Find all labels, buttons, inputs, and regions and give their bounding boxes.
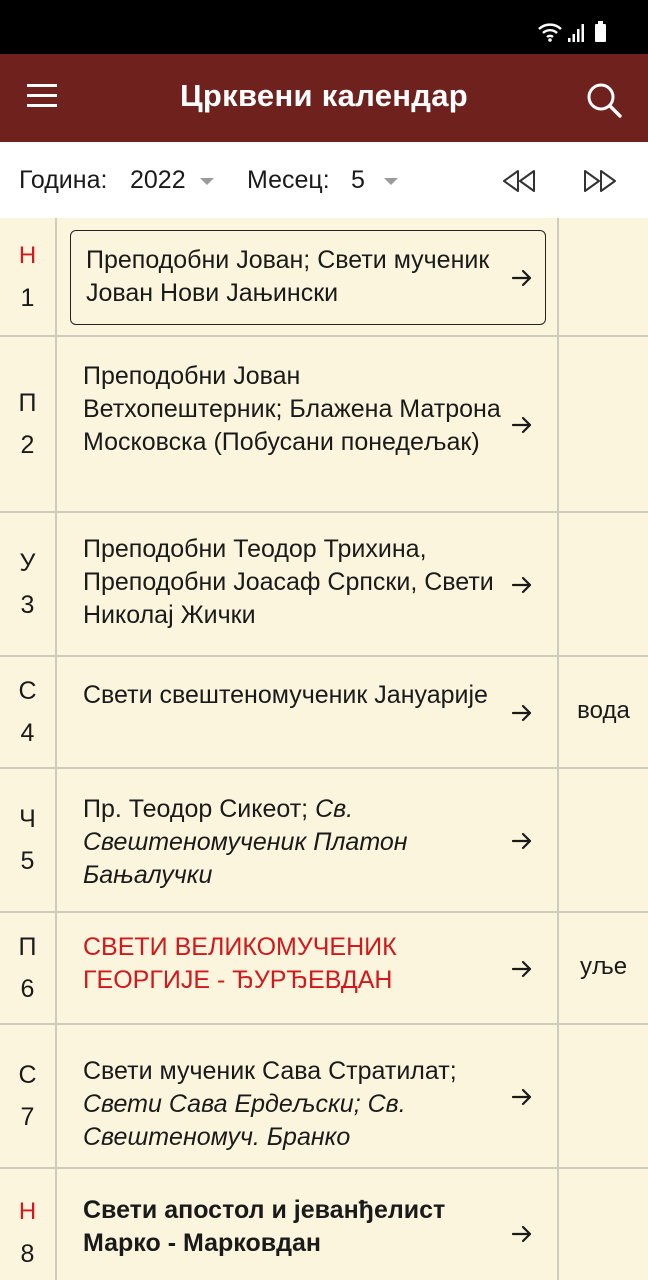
app-title: Црквени календар [179,78,469,113]
day-row[interactable]: Ч 5 Пр. Теодор Сикеот; Св. Свештеномученик… [0,769,648,913]
arrow-right-icon[interactable] [511,1224,533,1244]
weekday-label: С [18,677,37,705]
day-row[interactable]: У 3 Преподобни Теодор Трихина, Преподобни … [0,513,648,657]
saint-name: СВЕТИ ВЕЛИКОМУЧЕНИК ГЕОРГИЈЕ - ЂУРЂЕВДАН [83,933,397,994]
fasting-label: вода [577,697,630,724]
day-number: 5 [20,847,35,875]
fasting-cell [559,218,648,335]
saint-entry[interactable]: Свети апостол и јеванђелист Марко - Марк… [57,1169,559,1280]
saint-name: Свети мученик Сава Стратилат; [83,1057,457,1085]
fasting-cell [559,1169,648,1280]
saint-name: Преподобни Јован Ветхопештерник; Блажена… [83,362,501,456]
saint-name: Преподобни Теодор Трихина, Преподобни Јо… [83,535,494,629]
day-cell: Н8 [0,1169,57,1280]
search-icon[interactable] [584,80,624,120]
saint-names: Преподобни Теодор Трихина, Преподобни Јо… [83,533,503,632]
saint-names: Свети мученик Сава Стратилат; Свети Сава… [83,1055,503,1154]
day-number: 1 [20,284,35,312]
fasting-cell [559,1025,648,1167]
weekday-label: П [18,389,37,417]
day-cell: У3 [0,513,57,655]
fasting-cell: уље [559,913,648,1023]
saint-names: Преподобни Јован Ветхопештерник; Блажена… [83,360,503,459]
saint-names: Свети апостол и јеванђелист Марко - Марк… [83,1194,503,1260]
weekday-label: Н [18,1198,37,1225]
saint-name: Свети свештеномученик Јануарије [83,681,488,709]
weekday-label: Н [18,242,37,269]
day-cell: С7 [0,1025,57,1167]
saint-entry[interactable]: Преподобни Јован; Свети мученик Јован Но… [57,218,559,335]
saint-name: Преподобни Јован; Свети мученик Јован Но… [86,246,490,307]
saint-entry[interactable]: Пр. Теодор Сикеот; Св. Свештеномученик П… [57,769,559,911]
day-cell: П6 [0,913,57,1023]
arrow-right-icon[interactable] [511,575,533,595]
weekday-label: П [18,933,37,961]
app-bar: Црквени календар [0,54,648,142]
year-dropdown-icon[interactable] [200,178,214,185]
day-row[interactable]: П 6 СВЕТИ ВЕЛИКОМУЧЕНИК ГЕОРГИЈЕ - ЂУРЂЕВД… [0,913,648,1025]
day-row[interactable]: С 7 Свети мученик Сава Стратилат; Свети Са… [0,1025,648,1169]
saint-entry[interactable]: Преподобни Јован Ветхопештерник; Блажена… [57,337,559,511]
fasting-cell [559,513,648,655]
status-icons [537,20,606,42]
day-number: 8 [20,1240,35,1268]
month-label: Месец: [247,166,330,194]
day-row[interactable]: Н 8 Свети апостол и јеванђелист Марко - Ма… [0,1169,648,1280]
arrow-right-icon[interactable] [511,415,533,435]
saint-entry[interactable]: Преподобни Теодор Трихина, Преподобни Јо… [57,513,559,655]
day-number: 7 [20,1103,35,1131]
saint-names: СВЕТИ ВЕЛИКОМУЧЕНИК ГЕОРГИЈЕ - ЂУРЂЕВДАН [83,931,503,997]
saint-name: Пр. Теодор Сикеот; [83,795,316,823]
month-select[interactable]: 5 [351,166,365,195]
fasting-cell [559,769,648,911]
day-row[interactable]: С 4 Свети свештеномученик Јануарије вода [0,657,648,769]
day-cell: Ч5 [0,769,57,911]
saint-entry[interactable]: СВЕТИ ВЕЛИКОМУЧЕНИК ГЕОРГИЈЕ - ЂУРЂЕВДАН [57,913,559,1023]
day-row[interactable]: Н 1 Преподобни Јован; Свети мученик Јован … [0,218,648,337]
fasting-cell [559,337,648,511]
year-label: Година: [19,166,108,194]
day-row[interactable]: П 2 Преподобни Јован Ветхопештерник; Блаже… [0,337,648,513]
fasting-label: уље [579,953,628,980]
status-bar [0,0,648,54]
fast-forward-icon[interactable] [580,166,620,196]
day-cell: Н1 [0,218,57,335]
day-number: 4 [20,719,35,747]
arrow-right-icon[interactable] [511,1087,533,1107]
arrow-right-icon[interactable] [511,268,533,288]
day-number: 3 [20,591,35,619]
saint-entry[interactable]: Свети мученик Сава Стратилат; Свети Сава… [57,1025,559,1167]
weekday-label: У [19,549,36,577]
wifi-icon [538,23,562,42]
day-cell: С4 [0,657,57,767]
year-select[interactable]: 2022 [130,166,186,195]
saint-names: Пр. Теодор Сикеот; Св. Свештеномученик П… [83,793,503,892]
battery-icon [595,21,606,42]
month-dropdown-icon[interactable] [384,178,398,185]
signal-icon [568,24,584,42]
arrow-right-icon[interactable] [511,703,533,723]
filter-bar: Година: 2022 Месец: 5 [0,142,648,218]
saint-names: Свети свештеномученик Јануарије [83,679,503,712]
fasting-cell: вода [559,657,648,767]
rewind-icon[interactable] [499,166,539,196]
saint-names: Преподобни Јован; Свети мученик Јован Но… [86,244,506,310]
arrow-right-icon[interactable] [511,831,533,851]
arrow-right-icon[interactable] [511,959,533,979]
day-number: 2 [20,431,35,459]
saint-name-italic: Свети Сава Ердељски; Св. Свештеномуч. Бр… [83,1090,406,1151]
saint-name: Свети апостол и јеванђелист Марко - Марк… [83,1196,446,1257]
weekday-label: С [18,1061,37,1089]
day-cell: П2 [0,337,57,511]
saint-entry[interactable]: Свети свештеномученик Јануарије [57,657,559,767]
weekday-label: Ч [19,805,36,833]
day-number: 6 [20,975,35,1003]
